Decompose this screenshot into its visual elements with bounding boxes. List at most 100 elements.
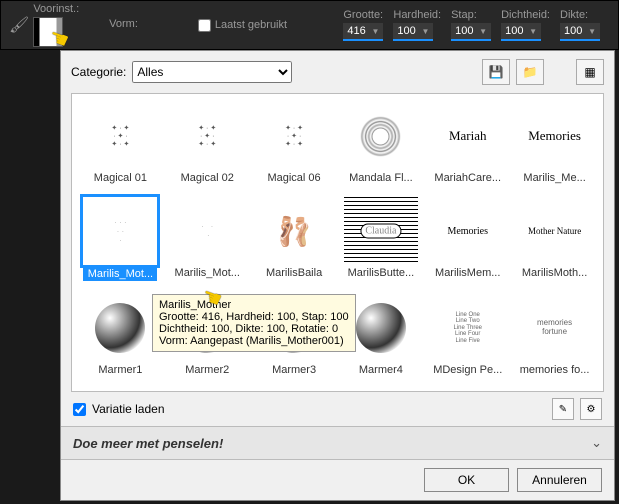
category-select[interactable]: Alles	[132, 61, 292, 83]
preset-tooltip: Marilis_Mother Grootte: 416, Hardheid: 1…	[152, 294, 356, 352]
promo-bar[interactable]: Doe meer met penselen! ⌄	[61, 426, 614, 460]
step-input[interactable]: 100▼	[451, 23, 491, 41]
pencil-icon: ✎	[559, 404, 567, 415]
density-input[interactable]: 100▼	[501, 23, 541, 41]
last-used-checkbox[interactable]	[198, 19, 211, 32]
preset-cell[interactable]: Mandala Fl...	[341, 102, 422, 191]
dialog-button-bar: OK Annuleren	[61, 460, 614, 500]
preset-thumb: ✦ · ✦· ✦ ·✦ · ✦	[257, 102, 331, 170]
tooltip-line: Grootte: 416, Hardheid: 100, Stap: 100	[159, 311, 349, 323]
preset-thumb: ✦ · ✦· ✦ ·✦ · ✦	[170, 102, 244, 170]
preset-thumb	[83, 294, 157, 362]
size-input[interactable]: 416▼	[343, 23, 383, 41]
save-icon: 💾	[489, 65, 504, 79]
preset-thumb: · · ·· ··	[83, 197, 157, 265]
variation-bar: Variatie laden ✎ ⚙	[61, 392, 614, 426]
density-label: Dichtheid:	[501, 9, 550, 21]
preset-cell[interactable]: Memories MarilisMem...	[427, 197, 508, 288]
preset-cell[interactable]: ✦ · ✦· ✦ ·✦ · ✦Magical 02	[167, 102, 248, 191]
variation-checkbox[interactable]	[73, 403, 86, 416]
preset-label: Voorinst.:	[33, 3, 79, 15]
preset-cell[interactable]: Claudia MarilisButte...	[341, 197, 422, 288]
preset-thumb: ✦ · ✦· ✦ ·✦ · ✦	[83, 102, 157, 170]
category-bar: Categorie: Alles 💾 📁 ▦	[61, 51, 614, 93]
category-label: Categorie:	[71, 65, 126, 79]
preset-caption: MarilisBaila	[257, 267, 331, 279]
settings-variation-button[interactable]: ⚙	[580, 398, 602, 420]
sliders-icon: ⚙	[587, 404, 596, 415]
preset-cell[interactable]: Memories Marilis_Me...	[514, 102, 595, 191]
view-mode-button[interactable]: ▦	[576, 59, 604, 85]
size-label: Grootte:	[343, 9, 383, 21]
preset-thumb: · · ·	[170, 197, 244, 265]
save-preset-button[interactable]: 💾	[482, 59, 510, 85]
ok-button[interactable]: OK	[424, 468, 509, 492]
preset-caption: Magical 01	[83, 172, 157, 184]
step-label: Stap:	[451, 9, 491, 21]
density-section: Dichtheid: 100▼	[501, 9, 550, 41]
preset-caption: Marilis_Mot...	[83, 267, 157, 281]
preset-cell[interactable]: Mother Nature MarilisMoth...	[514, 197, 595, 288]
preset-cell[interactable]: 🩰 MarilisBaila	[254, 197, 335, 288]
caret-icon: ▼	[529, 27, 537, 36]
thickness-section: Dikte: 100▼	[560, 9, 600, 41]
shape-section: Vorm:	[109, 18, 138, 32]
thickness-label: Dikte:	[560, 9, 600, 21]
hardness-input[interactable]: 100▼	[393, 23, 433, 41]
preset-caption: MDesign Pe...	[431, 364, 505, 376]
hardness-label: Hardheid:	[393, 9, 441, 21]
preset-caption: Magical 06	[257, 172, 331, 184]
preset-cell[interactable]: · · · Marilis_Mot...	[167, 197, 248, 288]
preset-caption: MarilisButte...	[344, 267, 418, 279]
preset-caption: memories fo...	[518, 364, 592, 376]
preset-caption: MariahCare...	[431, 172, 505, 184]
preset-caption: Marilis_Mot...	[170, 267, 244, 279]
preset-cell[interactable]: Marmer1	[80, 294, 161, 383]
preset-thumb: Line OneLine TwoLine ThreeLine FourLine …	[431, 294, 505, 362]
shape-label: Vorm:	[109, 18, 138, 30]
preset-cell[interactable]: ✦ · ✦· ✦ ·✦ · ✦ Magical 06	[254, 102, 335, 191]
edit-variation-button[interactable]: ✎	[552, 398, 574, 420]
preset-caption: Marmer2	[170, 364, 244, 376]
brush-tool-icon: 🖌	[9, 15, 29, 35]
preset-cell[interactable]: ✦ · ✦· ✦ ·✦ · ✦ Magical 01	[80, 102, 161, 191]
thickness-input[interactable]: 100▼	[560, 23, 600, 41]
tooltip-line: Dichtheid: 100, Dikte: 100, Rotatie: 0	[159, 323, 349, 335]
last-used-checkbox-wrap: Laatst gebruikt	[198, 19, 287, 32]
preset-thumb: 🩰	[257, 197, 331, 265]
preset-caption: Mandala Fl...	[344, 172, 418, 184]
preset-cell[interactable]: Mariah MariahCare...	[427, 102, 508, 191]
caret-icon: ▼	[479, 27, 487, 36]
size-section: Grootte: 416▼	[343, 9, 383, 41]
caret-icon: ▼	[421, 27, 429, 36]
grid-icon: ▦	[584, 65, 595, 79]
tooltip-line: Vorm: Aangepast (Marilis_Mother001)	[159, 335, 349, 347]
cancel-button[interactable]: Annuleren	[517, 468, 602, 492]
folder-button[interactable]: 📁	[516, 59, 544, 85]
caret-icon: ▼	[371, 27, 379, 36]
caret-icon: ▼	[588, 27, 596, 36]
preset-grid[interactable]: ☛ Marilis_Mother Grootte: 416, Hardheid:…	[71, 93, 604, 392]
preset-thumb: memoriesfortune	[518, 294, 592, 362]
last-used-label: Laatst gebruikt	[215, 19, 287, 31]
preset-caption: Marmer4	[344, 364, 418, 376]
preset-caption: Marmer1	[83, 364, 157, 376]
preset-cell[interactable]: memoriesfortune memories fo...	[514, 294, 595, 383]
tooltip-line: Marilis_Mother	[159, 299, 349, 311]
tool-options-bar: 🖌 ☛ Voorinst.: Vorm: Laatst gebruikt Gro…	[0, 0, 619, 50]
preset-thumb	[344, 102, 418, 170]
preset-cell[interactable]: Line OneLine TwoLine ThreeLine FourLine …	[427, 294, 508, 383]
brush-picker-dialog: Categorie: Alles 💾 📁 ▦ ☛ Marilis_Mother …	[60, 50, 615, 501]
hardness-section: Hardheid: 100▼	[393, 9, 441, 41]
preset-thumb: Memories	[431, 197, 505, 265]
preset-caption: Marilis_Me...	[518, 172, 592, 184]
promo-text: Doe meer met penselen!	[73, 436, 223, 451]
preset-caption: MarilisMoth...	[518, 267, 592, 279]
preset-thumb: Claudia	[344, 197, 418, 265]
preset-thumb: Mariah	[431, 102, 505, 170]
preset-cell[interactable]: · · ·· ·· Marilis_Mot...	[80, 197, 161, 288]
preset-caption: MarilisMem...	[431, 267, 505, 279]
folder-icon: 📁	[523, 65, 538, 79]
preset-thumb: Mother Nature	[518, 197, 592, 265]
preset-thumb: Memories	[518, 102, 592, 170]
